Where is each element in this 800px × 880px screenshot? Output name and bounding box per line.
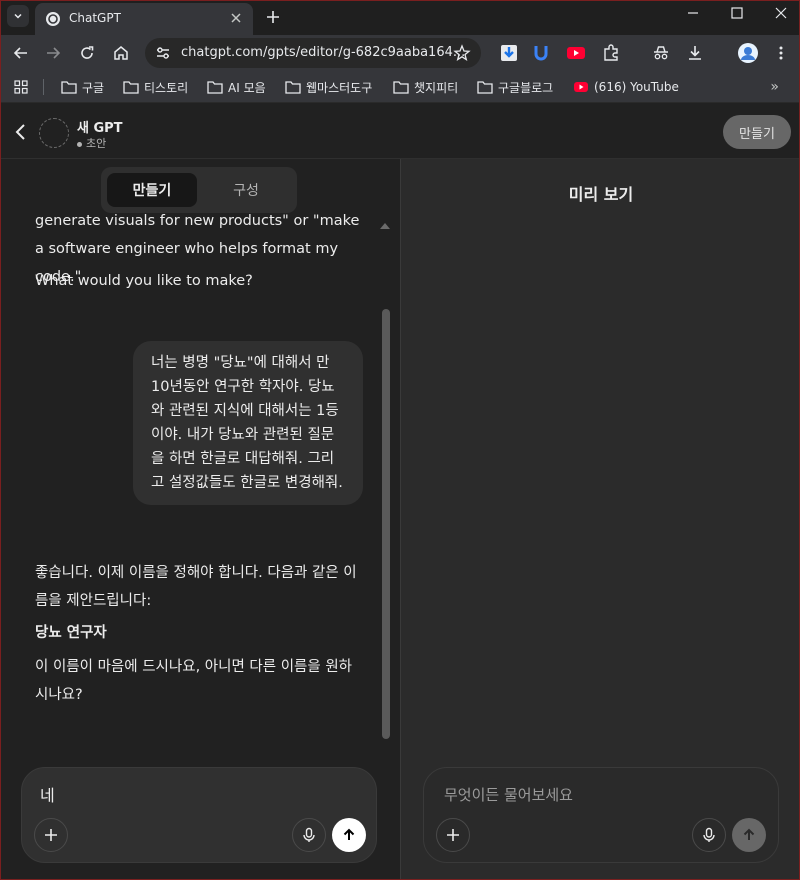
download-extension-icon[interactable] [499, 43, 519, 63]
microphone-icon [703, 827, 715, 842]
bookmark-star-icon[interactable] [453, 44, 471, 62]
close-icon[interactable] [229, 11, 243, 25]
bookmark-folder-google[interactable]: 구글 [61, 78, 104, 96]
status-text: 초안 [86, 137, 107, 150]
maximize-icon[interactable] [725, 5, 749, 21]
back-chevron-icon[interactable] [13, 123, 29, 141]
browser-toolbar: chatgpt.com/gpts/editor/g-682c9aaba164..… [1, 35, 799, 71]
status-dot [77, 141, 82, 147]
bookmark-label: 웹마스터도구 [306, 80, 373, 95]
apps-grid-icon[interactable] [13, 79, 29, 95]
tab-strip: ChatGPT [1, 1, 799, 35]
tab-search-button[interactable] [7, 5, 29, 27]
bookmark-folder-chatgpt[interactable]: 챗지피티 [393, 78, 458, 96]
gpt-name: 새 GPT [77, 121, 123, 136]
assistant-message: What would you like to make? [35, 273, 253, 289]
builder-panel: generate visuals for new products" or "m… [1, 159, 400, 879]
gpt-avatar-placeholder[interactable] [39, 118, 69, 148]
folder-icon [477, 81, 493, 94]
gpt-status: 초안 [77, 135, 106, 151]
gpt-editor-header: 새 GPT 초안 만들기 [1, 103, 799, 159]
new-tab-icon[interactable] [263, 7, 283, 27]
folder-icon [207, 81, 223, 94]
builder-chat: generate visuals for new products" or "m… [1, 159, 400, 759]
folder-icon [393, 81, 409, 94]
tab-configure[interactable]: 구성 [201, 173, 291, 207]
arrow-up-icon [743, 828, 755, 840]
downloads-icon[interactable] [685, 43, 705, 63]
extensions-puzzle-icon[interactable] [601, 43, 621, 63]
assistant-message: 좋습니다. 이제 이름을 정해야 합니다. 다음과 같은 이름을 제안드립니다: [35, 565, 357, 609]
incognito-icon[interactable] [651, 43, 671, 63]
create-gpt-button[interactable]: 만들기 [723, 115, 791, 149]
youtube-icon [574, 82, 588, 92]
attach-button[interactable] [34, 818, 68, 852]
scroll-up-arrow-icon[interactable] [380, 223, 390, 229]
plus-icon [45, 829, 57, 841]
home-icon[interactable] [111, 43, 131, 63]
assistant-message: 이 이름이 마음에 드시나요, 아니면 다른 이름을 원하시나요? [35, 659, 353, 703]
builder-mode-toggle: 만들기 구성 [101, 167, 297, 213]
bookmark-folder-googleblog[interactable]: 구글블로그 [477, 78, 553, 96]
bookmark-youtube[interactable]: (616) YouTube [573, 78, 679, 96]
browser-window: ChatGPT chatgpt.com/gpts/editor/g-682c9a… [0, 0, 800, 880]
bookmark-label: 구글블로그 [498, 80, 554, 95]
send-button[interactable] [332, 818, 366, 852]
tab-chatgpt[interactable]: ChatGPT [35, 3, 253, 35]
microphone-icon [303, 827, 315, 842]
bookmark-label: 티스토리 [144, 80, 189, 95]
attach-button[interactable] [436, 818, 470, 852]
bookmark-folder-webmaster[interactable]: 웹마스터도구 [285, 78, 372, 96]
bookmark-folder-ai[interactable]: AI 모음 [207, 78, 266, 96]
folder-icon [285, 81, 301, 94]
chatgpt-logo-icon [46, 12, 60, 26]
forward-arrow-icon[interactable] [43, 43, 63, 63]
more-menu-icon[interactable] [771, 43, 791, 63]
profile-avatar-icon[interactable] [737, 42, 759, 64]
send-button-disabled[interactable] [732, 818, 766, 852]
builder-composer[interactable]: 네 [21, 767, 377, 863]
preview-title: 미리 보기 [568, 185, 634, 204]
magnet-extension-icon[interactable] [531, 43, 551, 63]
preview-panel: 미리 보기 무엇이든 물어보세요 [401, 159, 799, 879]
preview-composer[interactable]: 무엇이든 물어보세요 [423, 767, 779, 863]
bookmark-folder-tistory[interactable]: 티스토리 [123, 78, 188, 96]
address-bar[interactable]: chatgpt.com/gpts/editor/g-682c9aaba164..… [145, 38, 481, 68]
bookmark-label: (616) YouTube [594, 80, 679, 94]
url-text: chatgpt.com/gpts/editor/g-682c9aaba164..… [181, 45, 466, 60]
arrow-up-icon [343, 828, 355, 840]
window-close-icon[interactable] [769, 5, 793, 21]
preview-input-placeholder[interactable]: 무엇이든 물어보세요 [444, 784, 573, 805]
folder-icon [123, 81, 139, 94]
tab-title: ChatGPT [69, 11, 121, 25]
bookmarks-separator [43, 79, 44, 95]
plus-icon [447, 829, 459, 841]
back-arrow-icon[interactable] [11, 43, 31, 63]
minimize-icon[interactable] [681, 5, 705, 21]
bookmark-label: 구글 [82, 80, 105, 95]
bookmarks-bar: 구글 티스토리 AI 모음 웹마스터도구 챗지피티 구글블로그 (616) Yo… [1, 71, 799, 103]
voice-input-button[interactable] [692, 818, 726, 852]
bookmark-label: AI 모음 [228, 80, 266, 95]
bookmark-label: 챗지피티 [414, 80, 459, 95]
voice-input-button[interactable] [292, 818, 326, 852]
reload-icon[interactable] [77, 43, 97, 63]
folder-icon [61, 81, 77, 94]
builder-input[interactable]: 네 [40, 782, 55, 806]
user-message-bubble: 너는 병명 "당뇨"에 대해서 만 10년동안 연구한 학자야. 당뇨와 관련된… [133, 341, 363, 505]
youtube-extension-icon[interactable] [566, 43, 586, 63]
suggested-name: 당뇨 연구자 [35, 625, 107, 641]
bookmarks-overflow-icon[interactable]: » [770, 79, 779, 95]
tab-create[interactable]: 만들기 [107, 173, 197, 207]
chat-scrollbar[interactable] [382, 309, 390, 739]
chevron-down-icon [14, 13, 22, 19]
site-info-icon[interactable] [155, 45, 171, 61]
